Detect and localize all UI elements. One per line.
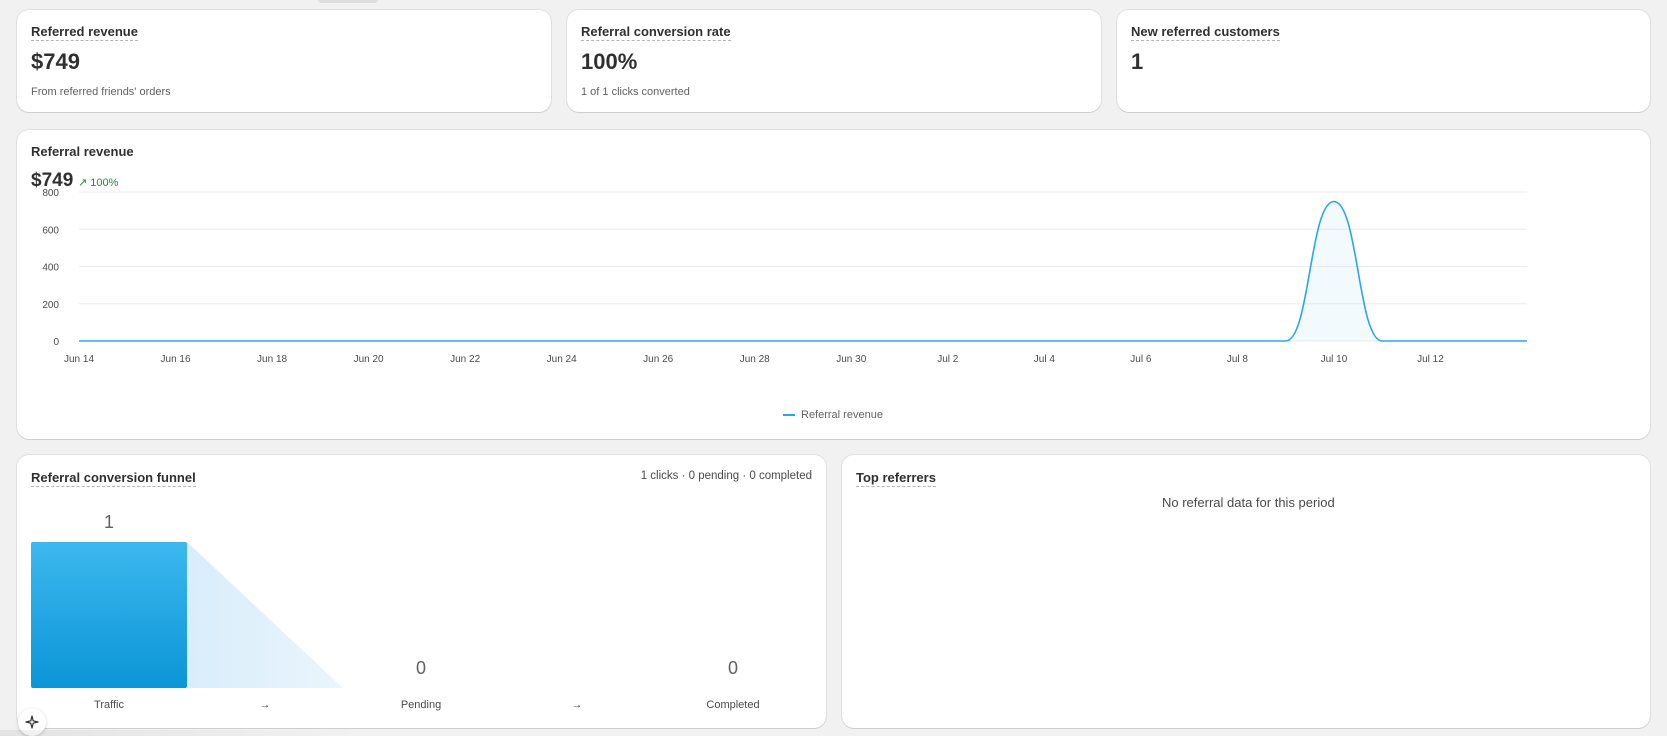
top-tab-indicator <box>318 0 378 3</box>
funnel-flow <box>187 542 343 688</box>
empty-state-message: No referral data for this period <box>1162 495 1335 510</box>
funnel-label-traffic: Traffic <box>94 699 124 711</box>
top-referrers-card: Top referrers No referral data for this … <box>842 455 1650 728</box>
top-referrers-title[interactable]: Top referrers <box>856 470 936 487</box>
x-tick-label: Jul 2 <box>937 354 959 365</box>
x-tick-label: Jul 12 <box>1417 354 1444 365</box>
funnel-value-completed: 0 <box>727 658 738 678</box>
metric-value: 100% <box>581 49 638 74</box>
y-tick-label: 400 <box>42 263 59 274</box>
revenue-chart: 0 200 400 600 800 Jun 14 Jun 16 Jun 18 Jun 20 Jun… <box>42 188 1527 365</box>
metric-subtitle: From referred friends' orders <box>31 86 171 98</box>
funnel-value-pending: 0 <box>415 658 426 678</box>
y-tick-label: 800 <box>42 188 59 199</box>
x-tick-label: Jun 26 <box>643 354 673 365</box>
arrow-right-icon: → <box>259 699 271 711</box>
x-tick-label: Jun 24 <box>547 354 577 365</box>
funnel-bar-traffic[interactable] <box>31 542 187 688</box>
metric-subtitle: 1 of 1 clicks converted <box>581 86 690 98</box>
funnel-label-pending: Pending <box>400 699 442 711</box>
legend-swatch <box>783 414 795 416</box>
metric-title[interactable]: Referral conversion rate <box>581 24 731 41</box>
metric-card-referred-revenue: Referred revenue $749 From referred frie… <box>17 10 551 112</box>
y-tick-label: 0 <box>53 337 59 348</box>
funnel-chart <box>31 542 343 688</box>
metric-card-conversion-rate: Referral conversion rate 100% 1 of 1 cli… <box>567 10 1101 112</box>
x-tick-label: Jun 20 <box>354 354 384 365</box>
funnel-value-traffic: 1 <box>103 512 114 532</box>
x-tick-label: Jun 16 <box>161 354 191 365</box>
metric-card-new-customers: New referred customers 1 <box>1117 10 1650 112</box>
x-tick-label: Jun 14 <box>64 354 94 365</box>
referral-revenue-card: Referral revenue $749 ↗ 100% 0 200 400 600 8… <box>17 130 1650 439</box>
x-tick-label: Jun 22 <box>450 354 480 365</box>
sparkle-icon <box>25 715 39 729</box>
x-tick-label: Jul 8 <box>1227 354 1249 365</box>
bottom-shadow <box>0 730 360 736</box>
y-tick-label: 200 <box>42 300 59 311</box>
x-tick-label: Jul 10 <box>1321 354 1348 365</box>
x-tick-label: Jul 4 <box>1034 354 1056 365</box>
metric-title[interactable]: Referred revenue <box>31 24 138 41</box>
arrow-right-icon: → <box>571 699 583 711</box>
x-tick-label: Jun 18 <box>257 354 287 365</box>
metric-value: 1 <box>1131 49 1144 74</box>
x-tick-label: Jul 6 <box>1130 354 1152 365</box>
funnel-label-completed: Completed <box>706 699 760 711</box>
metric-title[interactable]: New referred customers <box>1131 24 1280 41</box>
legend-label: Referral revenue <box>801 409 883 421</box>
y-tick-label: 600 <box>42 225 59 236</box>
x-tick-label: Jun 30 <box>836 354 866 365</box>
metric-value: $749 <box>31 49 80 74</box>
x-tick-label: Jun 28 <box>740 354 770 365</box>
chart-legend[interactable]: Referral revenue <box>783 409 883 421</box>
conversion-funnel-card: Referral conversion funnel 1 clicks · 0 … <box>17 455 826 728</box>
